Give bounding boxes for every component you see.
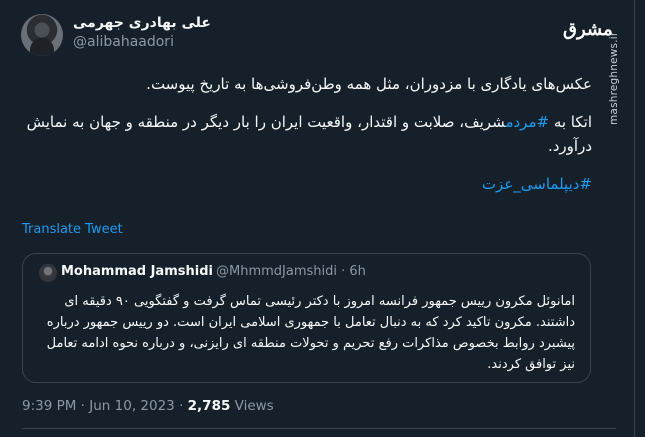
author-avatar[interactable]	[21, 14, 63, 56]
hashtag-mardom[interactable]: #مردم	[505, 113, 549, 131]
tweet-body: عکس‌های یادگاری با مزدوران، مثل همه وطن‌…	[22, 72, 592, 196]
quoted-author-name[interactable]: Mohammad Jamshidi	[61, 264, 213, 279]
divider	[22, 428, 616, 429]
author-handle[interactable]: @alibahaadori	[73, 34, 174, 50]
mashregh-logo: مشرق	[563, 19, 613, 40]
tweet-time-date[interactable]: 9:39 PM · Jun 10, 2023 ·	[22, 398, 188, 414]
watermark-text: mashreghnews.ir	[608, 31, 620, 125]
author-name[interactable]: علی بهادری جهرمی	[73, 15, 211, 31]
quoted-tweet[interactable]: Mohammad Jamshidi @MhmmdJamshidi · 6h ام…	[22, 253, 591, 383]
quoted-author-handle-time[interactable]: @MhmmdJamshidi · 6h	[216, 264, 366, 279]
tweet-card: علی بهادری جهرمی @alibahaadori مشرق mash…	[0, 0, 645, 437]
scrollbar-track	[634, 0, 635, 437]
translate-tweet-link[interactable]: Translate Tweet	[22, 222, 123, 237]
tweet-paragraph-2: اتکا به #مردمشریف، صلابت و اقتدار، واقعی…	[22, 110, 592, 158]
tweet-meta: 9:39 PM · Jun 10, 2023 · 2,785 Views	[22, 398, 274, 414]
views-label: Views	[230, 398, 274, 414]
hashtag-diplomacy[interactable]: #دیپلماسی_عزت	[482, 175, 592, 193]
quoted-tweet-text: امانوئل مکرون رییس جمهور فرانسه امروز با…	[46, 294, 575, 372]
tweet-line-1: عکس‌های یادگاری با مزدوران، مثل همه وطن‌…	[146, 75, 592, 93]
views-count: 2,785	[187, 398, 231, 414]
quoted-author-avatar[interactable]	[39, 264, 57, 282]
tweet-p2-prefix: اتکا به	[549, 113, 592, 131]
tweet-paragraph-3: #دیپلماسی_عزت	[22, 172, 592, 196]
